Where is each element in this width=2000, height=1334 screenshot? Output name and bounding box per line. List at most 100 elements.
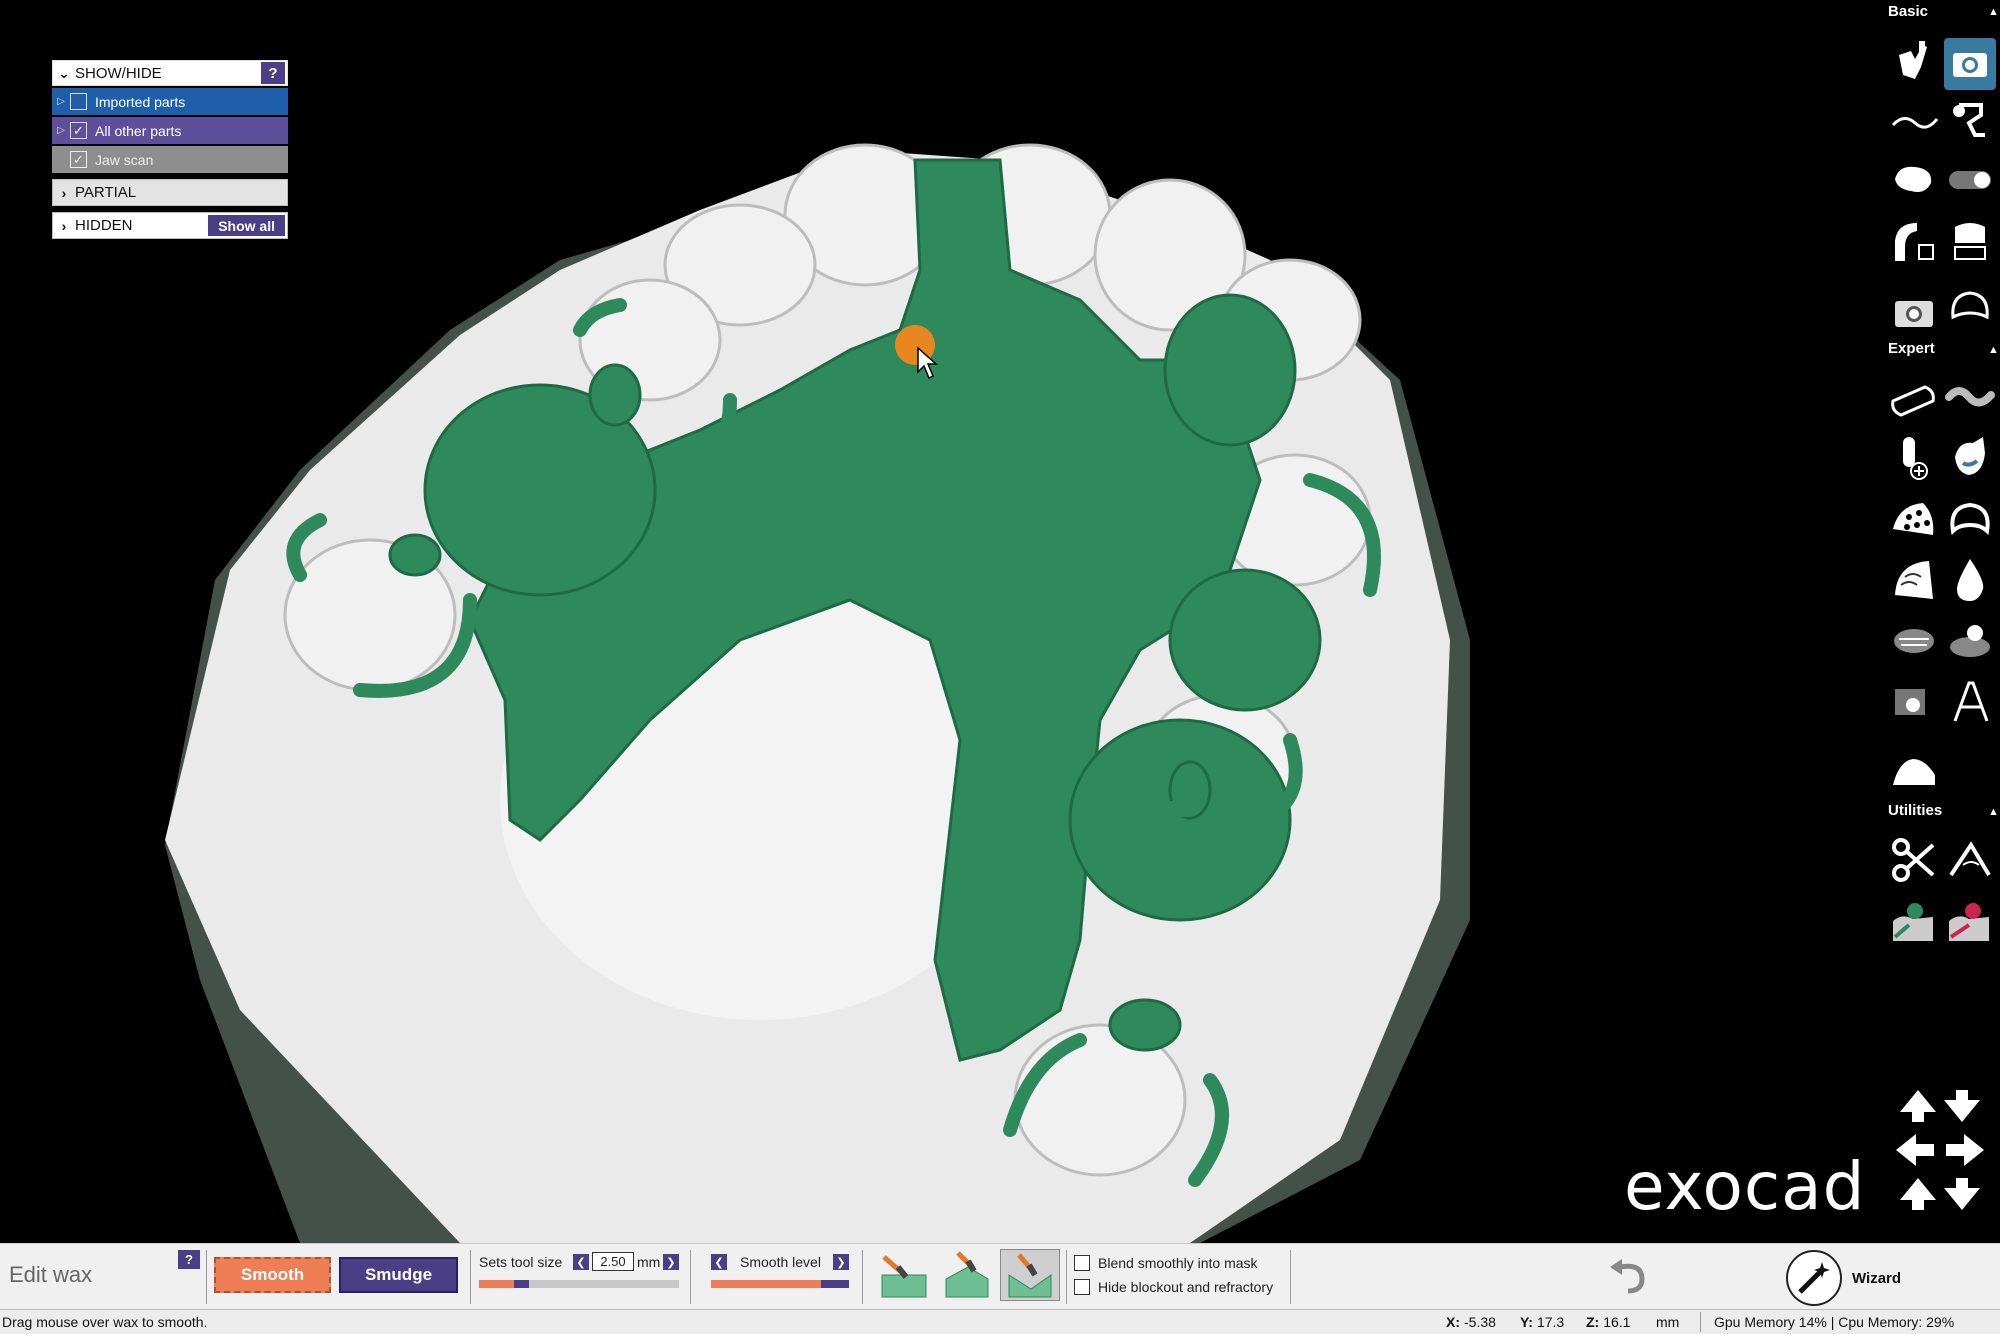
utilities-section-label: Utilities (1888, 802, 1943, 819)
basic-section-label: Basic (1888, 3, 1929, 20)
divider (862, 1250, 863, 1304)
mode-label: Edit wax (9, 1262, 93, 1287)
tool-size-fill-orange (479, 1280, 514, 1288)
magic-wand-icon (1786, 1250, 1842, 1306)
smooth-level-fill-orange (711, 1280, 822, 1288)
divider (1290, 1250, 1291, 1304)
status-message: Drag mouse over wax to smooth. (2, 1314, 208, 1330)
smooth-level-fill-purple (821, 1280, 849, 1288)
brush-peak-icon[interactable] (937, 1249, 997, 1301)
hidden-section[interactable]: › HIDDEN Show all (52, 212, 288, 239)
hidden-title: HIDDEN (75, 217, 133, 234)
chevron-right-icon: › (61, 184, 67, 201)
status-bar: Drag mouse over wax to smooth. X: -5.38 Y… (0, 1309, 2000, 1334)
tool-size-increase-button[interactable]: ❯ (663, 1254, 679, 1270)
wave-bar-icon[interactable] (1944, 372, 1996, 424)
brush-valley-icon[interactable] (1000, 1249, 1060, 1301)
blend-option[interactable]: Blend smoothly into mask (1074, 1255, 1258, 1271)
show-hide-title: SHOW/HIDE (75, 64, 162, 82)
expand-arrow-icon[interactable]: ▷ (52, 96, 70, 107)
add-attachment-icon[interactable] (1888, 432, 1940, 484)
text-engrave-icon[interactable] (1944, 676, 1996, 728)
right-toolbar: Basic ▲ Expert ▲ Utilities ▲ (1880, 0, 2000, 1243)
3d-viewport[interactable]: ⌄ SHOW/HIDE ? ▷ Imported parts ▷ ✓ All o… (0, 0, 2000, 1243)
expand-arrow-icon[interactable]: ▷ (52, 125, 70, 136)
mound-icon[interactable] (1888, 740, 1940, 792)
all-other-parts-checkbox[interactable]: ✓ (70, 122, 87, 139)
curve-line-icon[interactable] (1888, 94, 1940, 146)
chevron-down-icon: ⌄ (58, 64, 70, 81)
blend-checkbox[interactable] (1074, 1255, 1090, 1271)
scan-camera-icon[interactable] (1888, 286, 1940, 338)
sphere-blob-icon[interactable] (1944, 614, 1996, 666)
arch-outline-icon[interactable] (1944, 282, 1996, 334)
collapse-caret-icon[interactable]: ▲ (1988, 6, 1999, 18)
jaw-scan-label: Jaw scan (95, 151, 154, 168)
divider (1700, 1312, 1701, 1332)
coord-y-value: 17.3 (1536, 1314, 1565, 1330)
divider (1066, 1250, 1067, 1304)
expert-section-label: Expert (1888, 340, 1935, 357)
tool-size-input[interactable]: 2.50 (592, 1252, 634, 1271)
model-green-dot-icon[interactable] (1888, 896, 1940, 948)
smooth-button[interactable]: Smooth (214, 1257, 331, 1293)
item-jaw-scan[interactable]: ✓ Jaw scan (52, 146, 288, 173)
item-imported-parts[interactable]: ▷ Imported parts (52, 88, 288, 115)
coord-z-value: 16.1 (1603, 1314, 1631, 1330)
collapse-caret-icon[interactable]: ▲ (1988, 344, 1999, 356)
smooth-level-increase-button[interactable]: ❯ (833, 1254, 849, 1270)
wizard-button[interactable]: Wizard (1786, 1250, 1966, 1306)
partial-title: PARTIAL (75, 184, 137, 201)
coord-z: Z: 16.1 (1586, 1314, 1630, 1330)
attachment-icon[interactable] (1944, 94, 1996, 146)
palate-outline-icon[interactable] (1944, 494, 1996, 546)
retention-mesh-icon[interactable] (1888, 494, 1940, 546)
divider (470, 1250, 471, 1304)
smooth-level-slider[interactable] (711, 1280, 849, 1288)
screw-icon[interactable] (1888, 676, 1940, 728)
brush-flat-icon[interactable] (873, 1249, 933, 1301)
view-arrows-icon[interactable] (1890, 1088, 1990, 1212)
show-hide-help-button[interactable]: ? (261, 62, 285, 84)
coord-z-label: Z: (1586, 1314, 1600, 1330)
coord-unit: mm (1656, 1314, 1680, 1330)
model-red-dot-icon[interactable] (1944, 896, 1996, 948)
show-hide-header[interactable]: ⌄ SHOW/HIDE ? (52, 60, 288, 86)
shaded-blob-icon[interactable] (1888, 614, 1940, 666)
hide-blockout-option[interactable]: Hide blockout and refractory (1074, 1279, 1273, 1295)
partial-section[interactable]: › PARTIAL (52, 179, 288, 206)
tooth-icon[interactable] (1888, 36, 1940, 88)
smooth-level-decrease-button[interactable]: ❮ (711, 1254, 727, 1270)
item-all-other-parts[interactable]: ▷ ✓ All other parts (52, 117, 288, 144)
jaw-scan-checkbox[interactable]: ✓ (70, 151, 87, 168)
show-all-button[interactable]: Show all (208, 215, 285, 236)
hide-blockout-checkbox[interactable] (1074, 1279, 1090, 1295)
toggle-icon[interactable] (1944, 154, 1996, 206)
jaw-model-render[interactable] (0, 0, 2000, 1243)
hide-blockout-label: Hide blockout and refractory (1098, 1279, 1274, 1295)
coord-x: X: -5.38 (1446, 1314, 1496, 1330)
texture-icon[interactable] (1888, 554, 1940, 606)
bar-icon[interactable] (1888, 372, 1940, 424)
measure-icon[interactable] (1944, 834, 1996, 886)
scissors-icon[interactable] (1888, 834, 1940, 886)
chevron-right-icon: › (61, 217, 67, 234)
tooth-grid-icon[interactable] (1944, 216, 1996, 268)
imported-parts-checkbox[interactable] (70, 93, 87, 110)
tooth-blue-icon[interactable] (1944, 432, 1996, 484)
smooth-level-label: Smooth level (740, 1254, 821, 1270)
drop-icon[interactable] (1944, 554, 1996, 606)
coord-y: Y: 17.3 (1520, 1314, 1564, 1330)
collapse-caret-icon[interactable]: ▲ (1988, 806, 1999, 818)
undo-icon[interactable] (1603, 1254, 1653, 1300)
exocad-logo: exocad (1624, 1148, 1866, 1225)
coord-x-label: X: (1446, 1314, 1460, 1330)
smudge-button[interactable]: Smudge (339, 1257, 458, 1293)
imported-parts-label: Imported parts (95, 93, 186, 110)
mesh-arch-icon[interactable] (1888, 216, 1940, 268)
tooth-shape-icon[interactable] (1888, 154, 1940, 206)
camera-icon[interactable] (1944, 38, 1996, 90)
tool-size-slider[interactable] (479, 1280, 679, 1288)
tool-size-decrease-button[interactable]: ❮ (573, 1254, 589, 1270)
edit-wax-help-button[interactable]: ? (178, 1250, 200, 1269)
